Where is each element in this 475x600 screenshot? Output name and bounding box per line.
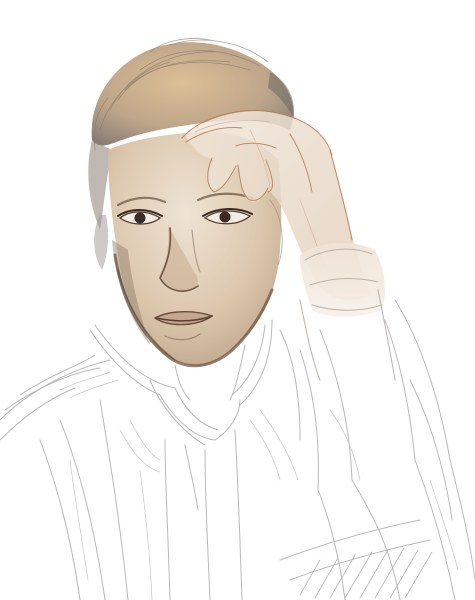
drawing-canvas: [0, 0, 475, 600]
scribble-texture: [59, 371, 459, 600]
portrait-sketch: [0, 38, 475, 600]
sleeve-cuff: [299, 243, 396, 381]
